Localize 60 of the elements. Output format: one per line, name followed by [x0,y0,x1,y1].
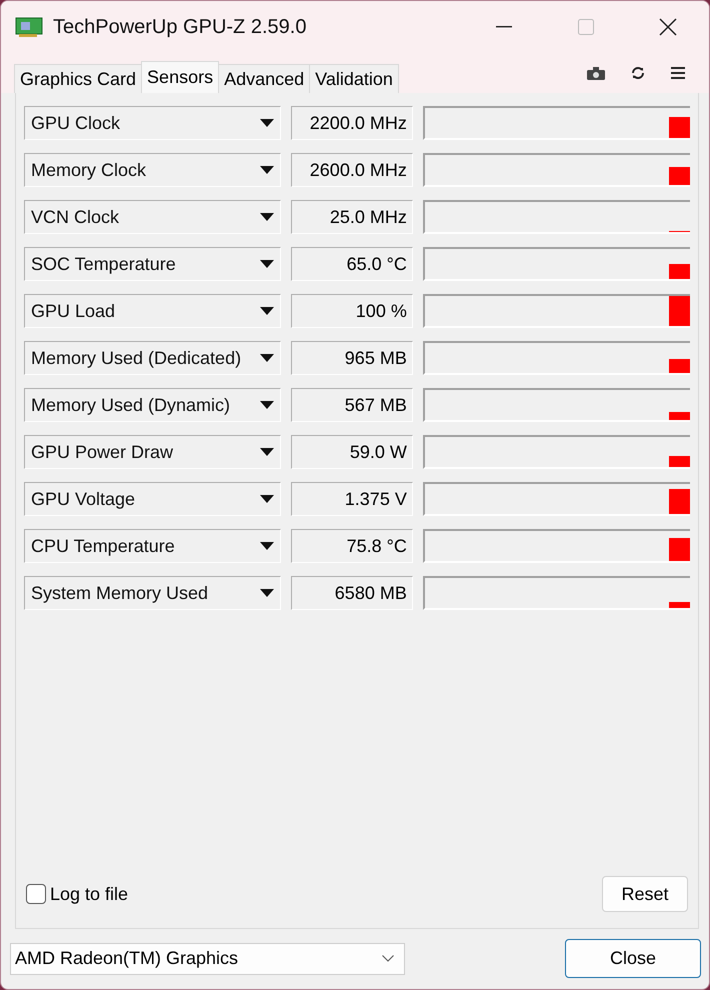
device-select[interactable]: AMD Radeon(TM) Graphics [10,942,405,974]
graph-wave [669,489,690,514]
tab[interactable]: Advanced [218,64,310,93]
graph-wave [669,412,690,420]
checkbox-label: Log to file [50,884,128,904]
caret-icon [260,401,274,409]
minimize-icon[interactable] [496,26,512,28]
window-title: TechPowerUp GPU-Z 2.59.0 [53,16,308,38]
sensor-dropdown[interactable]: VCN Clock [24,200,282,234]
caret-icon [260,307,274,315]
sensor-dropdown[interactable]: SOC Temperature [24,247,282,281]
sensor-value: 59.0 W [291,435,413,469]
graph-wave [669,456,690,467]
tab[interactable]: Validation [309,64,399,93]
caret-icon [260,495,274,503]
graph-wave [669,538,690,561]
graph-wave [669,117,690,138]
graph-wave [669,296,690,326]
sensor-value: 2600.0 MHz [291,153,413,187]
sensor-dropdown[interactable]: CPU Temperature [24,529,282,563]
graph-wave [669,359,690,373]
sensor-dropdown[interactable]: GPU Load [24,294,282,328]
caret-icon [260,213,274,221]
caret-icon [260,166,274,174]
sensor-value: 100 % [291,294,413,328]
tab[interactable]: Sensors [141,61,220,93]
sensor-dropdown[interactable]: GPU Clock [24,106,282,140]
checkbox[interactable] [26,884,46,904]
caret-icon [260,260,274,268]
caret-icon [260,354,274,362]
caret-icon [260,589,274,597]
caret-icon [260,448,274,456]
sensor-value: 6580 MB [291,576,413,610]
sensor-value: 75.8 °C [291,529,413,563]
sensor-value: 65.0 °C [291,247,413,281]
camera-icon[interactable] [587,66,605,80]
sensor-dropdown[interactable]: Memory Used (Dynamic) [24,388,282,422]
graph-wave [669,167,690,185]
sensor-value: 1.375 V [291,482,413,516]
sensor-dropdown[interactable]: GPU Voltage [24,482,282,516]
sensor-value: 567 MB [291,388,413,422]
chevron-icon [382,955,394,962]
sensor-dropdown[interactable]: Memory Clock [24,153,282,187]
sensor-value: 25.0 MHz [291,200,413,234]
sensor-dropdown[interactable]: GPU Power Draw [24,435,282,469]
menu-icon[interactable] [671,67,685,79]
sensor-dropdown[interactable]: Memory Used (Dedicated) [24,341,282,375]
graph-wave [669,264,690,279]
close-icon[interactable] [659,18,677,36]
caret-icon [260,542,274,550]
caret-icon [260,119,274,127]
sensor-dropdown[interactable]: System Memory Used [24,576,282,610]
graphics-card-icon [15,16,43,38]
tab[interactable]: Graphics Card [14,64,142,93]
sensor-value: 965 MB [291,341,413,375]
refresh-icon[interactable] [631,66,645,80]
close-button[interactable]: Close [565,939,701,978]
reset-button[interactable]: Reset [602,876,688,912]
graph-wave [669,602,690,608]
sensor-value: 2200.0 MHz [291,106,413,140]
